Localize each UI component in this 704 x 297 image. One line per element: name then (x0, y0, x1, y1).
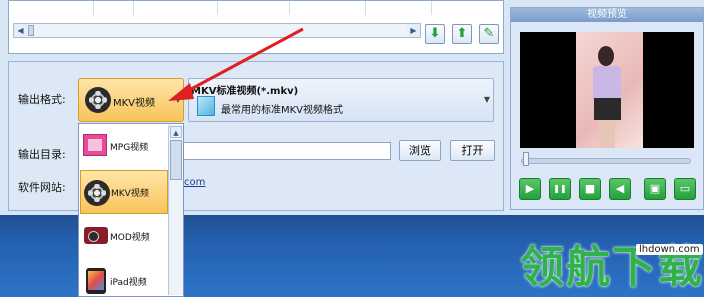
edit-icon: ✎ (483, 26, 495, 41)
list-item-label: MOD视频 (110, 233, 150, 243)
seek-bar[interactable] (521, 158, 691, 164)
output-dir-label: 输出目录: (18, 148, 66, 161)
video-frame[interactable] (520, 32, 694, 148)
fullscreen-button[interactable]: ▣ (644, 178, 666, 200)
scroll-left-icon[interactable]: ◀ (14, 24, 27, 37)
browse-button[interactable]: 浏览 (399, 140, 441, 161)
scroll-right-icon[interactable]: ▶ (407, 24, 420, 37)
list-item-mpg[interactable]: MPG视频 (80, 125, 168, 169)
video-image (576, 32, 643, 148)
move-up-button[interactable]: ⬆ (452, 24, 472, 44)
file-list-header (9, 1, 503, 17)
person-head (598, 46, 614, 66)
scroll-up-icon[interactable]: ▲ (170, 126, 182, 138)
fullscreen-icon: ▣ (649, 182, 661, 195)
list-item-label: MKV视频 (111, 189, 149, 199)
format-dropdown-list[interactable]: MPG视频 MKV视频 MOD视频 iPad视频 ▲ (78, 123, 184, 297)
stop-button[interactable]: ■ (579, 178, 601, 200)
scroll-thumb[interactable] (170, 140, 182, 180)
arrow-up-icon: ⬆ (456, 26, 468, 41)
folder-icon: ▭ (679, 182, 691, 195)
scroll-thumb[interactable] (28, 25, 34, 36)
play-button[interactable]: ▶ (519, 178, 541, 200)
preview-title: 视频预览 (511, 8, 703, 22)
video-preview-panel: 视频预览 ▶ ❚❚ ■ ◀ ▣ ▭ (510, 7, 704, 210)
app-window: ◀ ▶ ⬇ ⬆ ✎ 输出格式: 输出目录: 软件网站: MKV视频 ▼ MKV标… (0, 0, 704, 297)
person-body (593, 66, 621, 100)
seek-thumb[interactable] (523, 152, 529, 166)
open-button[interactable]: 打开 (450, 140, 495, 161)
list-item-mod[interactable]: MOD视频 (80, 215, 168, 259)
website-link[interactable]: com (184, 177, 205, 188)
mpg-icon (83, 134, 107, 156)
list-item-label: MPG视频 (110, 143, 149, 153)
list-item-ipad[interactable]: iPad视频 (80, 260, 168, 296)
website-label: 软件网站: (18, 181, 66, 194)
list-item-label: iPad视频 (110, 278, 147, 288)
move-down-button[interactable]: ⬇ (425, 24, 445, 44)
film-reel-icon (85, 87, 111, 113)
stop-icon: ■ (584, 182, 596, 195)
volume-button[interactable]: ◀ (609, 178, 631, 200)
film-reel-icon (84, 180, 110, 206)
output-dir-input[interactable] (183, 142, 391, 160)
person-legs (599, 120, 615, 148)
dropdown-scrollbar[interactable]: ▲ (168, 125, 183, 295)
play-icon: ▶ (525, 182, 535, 195)
volume-icon: ◀ (615, 182, 625, 195)
camcorder-icon (84, 227, 108, 244)
pause-icon: ❚❚ (553, 184, 567, 193)
watermark-site: lhdown.com (636, 244, 703, 255)
output-format-label: 输出格式: (18, 93, 66, 106)
arrow-down-icon: ⬇ (429, 26, 441, 41)
ipad-icon (86, 268, 106, 294)
folder-button[interactable]: ▭ (674, 178, 696, 200)
pause-button[interactable]: ❚❚ (549, 178, 571, 200)
annotation-arrow-icon (168, 27, 304, 101)
edit-button[interactable]: ✎ (479, 24, 499, 44)
chevron-down-icon: ▼ (483, 95, 490, 104)
selected-format-text: MKV视频 (113, 98, 156, 109)
list-item-mkv[interactable]: MKV视频 (80, 170, 168, 214)
person-skirt (594, 98, 621, 120)
